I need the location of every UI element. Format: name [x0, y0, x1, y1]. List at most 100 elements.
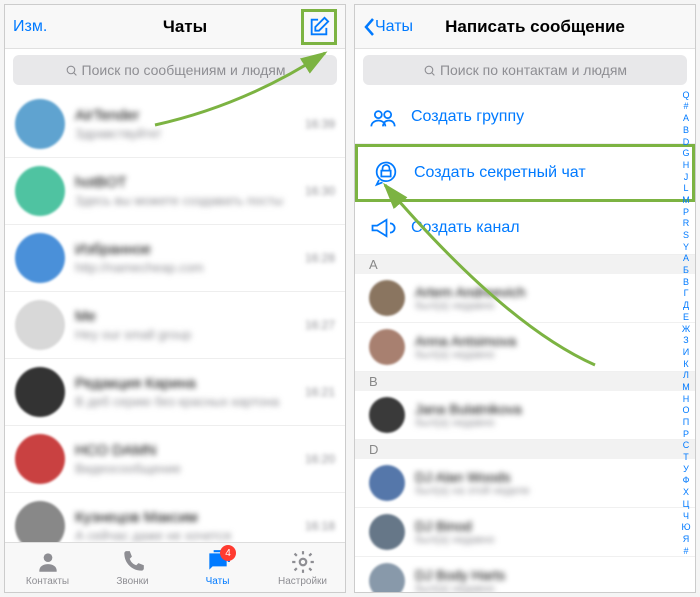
index-letter[interactable]: # [679, 546, 693, 558]
contact-item[interactable]: DJ Alan Woodsбыл(а) на этой неделе [355, 459, 695, 508]
header: Чаты Написать сообщение [355, 5, 695, 49]
tab-label: Контакты [26, 576, 69, 587]
index-letter[interactable]: Х [679, 487, 693, 499]
chat-content: AirTenderЗдравствуйте! [75, 107, 295, 141]
channel-icon [369, 214, 397, 242]
create-group[interactable]: Создать группу [355, 91, 695, 144]
avatar [15, 367, 65, 417]
index-letter[interactable]: Р [679, 429, 693, 441]
contact-item[interactable]: Jana Bulatnikovaбыл(а) недавно [355, 391, 695, 440]
index-letter[interactable]: Г [679, 288, 693, 300]
index-letter[interactable]: A [679, 113, 693, 125]
index-letter[interactable]: К [679, 359, 693, 371]
create-channel[interactable]: Создать канал [355, 202, 695, 255]
index-letter[interactable]: Е [679, 312, 693, 324]
alphabet-index[interactable]: Q#ABDGHJLMPRSYАБВГДЕЖЗИКЛМНОПРСТУФХЦЧЮЯ# [679, 55, 693, 592]
index-letter[interactable]: Ж [679, 324, 693, 336]
contact-info: Jana Bulatnikovaбыл(а) недавно [415, 401, 522, 429]
index-letter[interactable]: И [679, 347, 693, 359]
chat-item[interactable]: Избранноеhttp://namecheap.com 16:28 [5, 225, 345, 292]
avatar [369, 329, 405, 365]
edit-button[interactable]: Изм. [13, 18, 73, 36]
index-letter[interactable]: М [679, 382, 693, 394]
tab-label: Чаты [206, 576, 230, 587]
contact-info: DJ Binodбыл(а) недавно [415, 518, 495, 546]
tab-label: Звонки [116, 576, 148, 587]
index-letter[interactable]: M [679, 195, 693, 207]
chat-content: Избранноеhttp://namecheap.com [75, 241, 295, 275]
index-letter[interactable]: Ц [679, 499, 693, 511]
index-letter[interactable]: С [679, 440, 693, 452]
index-letter[interactable]: Ю [679, 522, 693, 534]
chat-time: 16:30 [305, 184, 335, 198]
action-label: Создать группу [411, 108, 524, 126]
contact-info: DJ Alan Woodsбыл(а) на этой неделе [415, 469, 530, 497]
tab-calls[interactable]: Звонки [90, 543, 175, 592]
chat-item[interactable]: НСО DAMNВидеосообщение 16:20 [5, 426, 345, 493]
contact-info: Anna Antsimovaбыл(а) недавно [415, 333, 516, 361]
avatar [15, 300, 65, 350]
calls-icon [120, 549, 146, 575]
index-letter[interactable]: L [679, 183, 693, 195]
avatar [15, 99, 65, 149]
chat-content: НСО DAMNВидеосообщение [75, 442, 295, 476]
index-letter[interactable]: D [679, 137, 693, 149]
search-bar[interactable]: Поиск по сообщениям и людям [13, 55, 337, 85]
index-letter[interactable]: А [679, 253, 693, 265]
screen-title: Чаты [73, 17, 297, 37]
index-letter[interactable]: Б [679, 265, 693, 277]
avatar [15, 434, 65, 484]
index-letter[interactable]: Y [679, 242, 693, 254]
contact-item[interactable]: DJ Binodбыл(а) недавно [355, 508, 695, 557]
index-letter[interactable]: # [679, 101, 693, 113]
chat-list[interactable]: AirTenderЗдравствуйте! 16:39 hotBOTЗдесь… [5, 91, 345, 542]
index-letter[interactable]: S [679, 230, 693, 242]
search-icon [423, 64, 436, 77]
index-letter[interactable]: Н [679, 394, 693, 406]
chat-item[interactable]: Редакция КаринаВ деб серию без красных к… [5, 359, 345, 426]
contact-item[interactable]: Anna Antsimovaбыл(а) недавно [355, 323, 695, 372]
index-letter[interactable]: О [679, 405, 693, 417]
index-letter[interactable]: З [679, 335, 693, 347]
header: Изм. Чаты [5, 5, 345, 49]
contact-item[interactable]: Artem Andreevichбыл(а) недавно [355, 274, 695, 323]
index-letter[interactable]: Ф [679, 475, 693, 487]
tab-bar: Контакты Звонки 4 Чаты Настройки [5, 542, 345, 592]
index-letter[interactable]: Т [679, 452, 693, 464]
back-label: Чаты [375, 18, 413, 36]
index-letter[interactable]: П [679, 417, 693, 429]
index-letter[interactable]: Я [679, 534, 693, 546]
index-letter[interactable]: Д [679, 300, 693, 312]
chat-item[interactable]: Кузнецов МаксимА сейчас даже не хочется … [5, 493, 345, 542]
chat-item[interactable]: AirTenderЗдравствуйте! 16:39 [5, 91, 345, 158]
chats-screen: Изм. Чаты Поиск по сообщениям и людям Ai… [4, 4, 346, 593]
tab-label: Настройки [278, 576, 327, 587]
create-secret-chat[interactable]: Создать секретный чат [355, 144, 695, 202]
index-letter[interactable]: B [679, 125, 693, 137]
chat-time: 16:39 [305, 117, 335, 131]
chat-content: MeHey our small group [75, 308, 295, 342]
index-letter[interactable]: Ч [679, 511, 693, 523]
contact-item[interactable]: DJ Body Hartsбыл(а) недавно [355, 557, 695, 592]
contact-list[interactable]: A Artem Andreevichбыл(а) недавно Anna An… [355, 255, 695, 592]
search-bar[interactable]: Поиск по контактам и людям [363, 55, 687, 85]
index-letter[interactable]: H [679, 160, 693, 172]
index-letter[interactable]: P [679, 207, 693, 219]
compose-button[interactable] [301, 9, 337, 45]
index-letter[interactable]: Q [679, 90, 693, 102]
index-letter[interactable]: R [679, 218, 693, 230]
back-button[interactable]: Чаты [363, 17, 423, 37]
index-letter[interactable]: G [679, 148, 693, 160]
index-letter[interactable]: J [679, 172, 693, 184]
group-icon [369, 103, 397, 131]
chat-item[interactable]: MeHey our small group 16:27 [5, 292, 345, 359]
index-letter[interactable]: У [679, 464, 693, 476]
tab-chats[interactable]: 4 Чаты [175, 543, 260, 592]
index-letter[interactable]: В [679, 277, 693, 289]
search-icon [65, 64, 78, 77]
chat-item[interactable]: hotBOTЗдесь вы можете создавать посты 16… [5, 158, 345, 225]
tab-settings[interactable]: Настройки [260, 543, 345, 592]
contacts-icon [35, 549, 61, 575]
index-letter[interactable]: Л [679, 370, 693, 382]
tab-contacts[interactable]: Контакты [5, 543, 90, 592]
